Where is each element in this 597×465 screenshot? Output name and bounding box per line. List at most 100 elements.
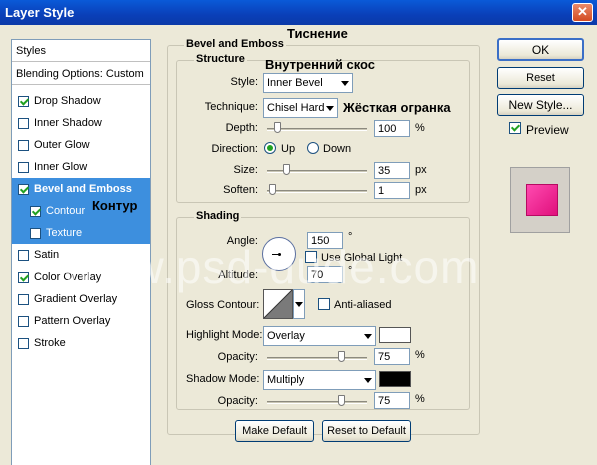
window-title: Layer Style bbox=[5, 5, 75, 20]
depth-slider-thumb[interactable] bbox=[274, 122, 281, 133]
shadow-mode-value: Multiply bbox=[267, 374, 305, 386]
style-select-value: Inner Bevel bbox=[267, 77, 323, 89]
checkbox-icon[interactable] bbox=[30, 205, 41, 217]
style-item-gradient-overlay[interactable]: Gradient Overlay bbox=[12, 288, 150, 310]
shading-title: Shading bbox=[194, 210, 242, 222]
size-unit: px bbox=[415, 164, 427, 176]
size-input[interactable]: 35 bbox=[374, 162, 410, 179]
style-item-texture[interactable]: Texture bbox=[12, 222, 150, 244]
styles-panel: Styles Blending Options: Custom Drop Sha… bbox=[11, 39, 151, 465]
style-item-label: Inner Shadow bbox=[34, 117, 102, 129]
angle-input[interactable]: 150 bbox=[307, 232, 343, 249]
highlight-mode-label: Highlight Mode: bbox=[186, 329, 263, 341]
technique-select[interactable]: Chisel Hard bbox=[263, 98, 338, 118]
style-select[interactable]: Inner Bevel bbox=[263, 73, 353, 93]
preview-label: Preview bbox=[526, 123, 569, 137]
highlight-opacity-input[interactable]: 75 bbox=[374, 348, 410, 365]
styles-header[interactable]: Styles bbox=[12, 40, 150, 62]
altitude-input[interactable]: 70 bbox=[307, 266, 343, 283]
chevron-down-icon bbox=[341, 81, 349, 86]
size-slider-thumb[interactable] bbox=[283, 164, 290, 175]
shadow-mode-label: Shadow Mode: bbox=[186, 373, 260, 385]
new-style-button[interactable]: New Style... bbox=[497, 94, 584, 116]
size-slider[interactable] bbox=[267, 170, 367, 173]
direction-up-radio[interactable] bbox=[264, 142, 276, 154]
direction-label: Direction: bbox=[211, 143, 258, 155]
global-light-checkbox[interactable] bbox=[305, 251, 317, 263]
highlight-opacity-thumb[interactable] bbox=[338, 351, 345, 362]
close-icon[interactable]: ✕ bbox=[572, 3, 593, 22]
checkbox-icon[interactable] bbox=[18, 161, 29, 173]
checkbox-icon[interactable] bbox=[30, 227, 41, 239]
style-item-label: Color Overlay bbox=[34, 271, 102, 283]
angle-dial[interactable] bbox=[262, 237, 296, 271]
shadow-opacity-input[interactable]: 75 bbox=[374, 392, 410, 409]
chevron-down-icon bbox=[364, 378, 372, 383]
altitude-label: Altitude: bbox=[218, 269, 258, 281]
depth-slider[interactable] bbox=[267, 128, 367, 131]
soften-slider-thumb[interactable] bbox=[269, 184, 276, 195]
style-item-label: Pattern Overlay bbox=[34, 315, 111, 327]
bevel-emboss-title: Bevel and Emboss bbox=[184, 38, 286, 50]
chevron-down-icon bbox=[364, 334, 372, 339]
soften-slider[interactable] bbox=[267, 190, 367, 193]
shadow-opacity-label: Opacity: bbox=[217, 395, 258, 407]
highlight-color-swatch[interactable] bbox=[379, 327, 411, 343]
gloss-contour-dropdown[interactable] bbox=[293, 289, 305, 319]
ok-button[interactable]: OK bbox=[497, 38, 584, 61]
soften-label: Soften: bbox=[223, 184, 258, 196]
annotation-inner-bevel: Внутренний скос bbox=[265, 57, 376, 72]
shadow-mode-select[interactable]: Multiply bbox=[263, 370, 376, 390]
highlight-mode-select[interactable]: Overlay bbox=[263, 326, 376, 346]
style-item-stroke[interactable]: Stroke bbox=[12, 332, 150, 354]
style-item-satin[interactable]: Satin bbox=[12, 244, 150, 266]
anti-aliased-checkbox[interactable] bbox=[318, 298, 330, 310]
gloss-contour-picker[interactable] bbox=[263, 289, 293, 319]
make-default-button[interactable]: Make Default bbox=[235, 420, 314, 442]
shadow-opacity-thumb[interactable] bbox=[338, 395, 345, 406]
preview-thumbnail bbox=[510, 167, 570, 233]
style-item-inner-shadow[interactable]: Inner Shadow bbox=[12, 112, 150, 134]
annotation-bevel-emboss: Тиснение bbox=[287, 26, 348, 41]
blending-options[interactable]: Blending Options: Custom bbox=[12, 63, 150, 85]
highlight-mode-value: Overlay bbox=[267, 330, 305, 342]
global-light-label: Use Global Light bbox=[321, 252, 403, 264]
highlight-opacity-slider[interactable] bbox=[267, 357, 367, 360]
checkbox-icon[interactable] bbox=[18, 337, 29, 349]
style-item-color-overlay[interactable]: Color Overlay bbox=[12, 266, 150, 288]
style-item-label: Satin bbox=[34, 249, 60, 261]
angle-label: Angle: bbox=[226, 235, 258, 247]
style-item-pattern-overlay[interactable]: Pattern Overlay bbox=[12, 310, 150, 332]
checkbox-icon[interactable] bbox=[18, 249, 29, 261]
checkbox-icon[interactable] bbox=[18, 139, 29, 151]
annotation-chisel-hard: Жёсткая огранка bbox=[343, 100, 451, 115]
style-item-inner-glow[interactable]: Inner Glow bbox=[12, 156, 150, 178]
direction-down-radio[interactable] bbox=[307, 142, 319, 154]
shadow-opacity-unit: % bbox=[415, 393, 425, 405]
style-item-outer-glow[interactable]: Outer Glow bbox=[12, 134, 150, 156]
chevron-down-icon bbox=[326, 106, 334, 111]
checkbox-icon[interactable] bbox=[18, 117, 29, 129]
checkbox-icon[interactable] bbox=[18, 271, 29, 283]
checkbox-icon[interactable] bbox=[18, 293, 29, 305]
shadow-opacity-slider[interactable] bbox=[267, 401, 367, 404]
gloss-contour-label: Gloss Contour: bbox=[186, 299, 260, 311]
shadow-color-swatch[interactable] bbox=[379, 371, 411, 387]
structure-title: Structure bbox=[194, 53, 247, 65]
style-item-drop-shadow[interactable]: Drop Shadow bbox=[12, 90, 150, 112]
depth-unit: % bbox=[415, 122, 425, 134]
depth-input[interactable]: 100 bbox=[374, 120, 410, 137]
style-item-label: Inner Glow bbox=[34, 161, 88, 173]
checkbox-icon[interactable] bbox=[18, 95, 29, 107]
preview-checkbox[interactable] bbox=[509, 122, 521, 134]
style-item-bevel-emboss[interactable]: Bevel and Emboss bbox=[12, 178, 150, 200]
angle-unit: ° bbox=[348, 231, 353, 243]
reset-to-default-button[interactable]: Reset to Default bbox=[322, 420, 411, 442]
checkbox-icon[interactable] bbox=[18, 183, 29, 195]
depth-label: Depth: bbox=[225, 122, 258, 134]
style-item-label: Stroke bbox=[34, 337, 66, 349]
checkbox-icon[interactable] bbox=[18, 315, 29, 327]
soften-input[interactable]: 1 bbox=[374, 182, 410, 199]
style-item-label: Gradient Overlay bbox=[34, 293, 118, 305]
reset-button[interactable]: Reset bbox=[497, 67, 584, 89]
